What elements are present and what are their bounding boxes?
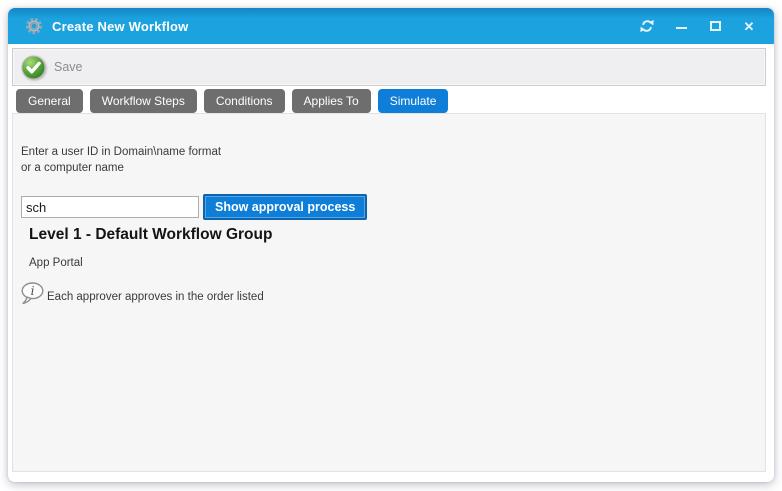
window-controls: ✕ <box>630 8 774 44</box>
simulate-tab-panel: Enter a user ID in Domain\name format or… <box>12 113 766 472</box>
window-title: Create New Workflow <box>52 19 188 34</box>
titlebar: Create New Workflow <box>8 8 774 44</box>
show-approval-process-label: Show approval process <box>215 200 355 214</box>
instructions-text: Enter a user ID in Domain\name format or… <box>21 144 221 176</box>
create-new-workflow-window: Create New Workflow <box>8 8 774 482</box>
save-label: Save <box>54 60 83 74</box>
info-note: Each approver approves in the order list… <box>47 291 264 303</box>
toolbar: Save <box>12 48 766 86</box>
level-heading: Level 1 - Default Workflow Group <box>29 226 272 244</box>
minimize-button[interactable] <box>664 8 698 44</box>
gear-icon <box>25 17 43 35</box>
instructions-line-1: Enter a user ID in Domain\name format <box>21 144 221 160</box>
user-id-input[interactable] <box>21 196 199 218</box>
info-row: i Each approver approves in the order li… <box>20 281 264 306</box>
info-speech-bubble-icon: i <box>20 281 45 306</box>
save-button[interactable]: Save <box>21 55 83 80</box>
tab-applies-to[interactable]: Applies To <box>292 89 371 113</box>
show-approval-process-button[interactable]: Show approval process <box>203 194 367 220</box>
minimize-icon <box>676 27 687 29</box>
maximize-icon <box>710 21 721 31</box>
refresh-icon <box>640 19 654 33</box>
svg-text:i: i <box>31 284 35 298</box>
refresh-button[interactable] <box>630 8 664 44</box>
close-icon: ✕ <box>744 20 755 33</box>
workflow-group-name: App Portal <box>29 257 83 269</box>
tab-general[interactable]: General <box>16 89 83 113</box>
tab-simulate[interactable]: Simulate <box>378 89 449 113</box>
close-button[interactable]: ✕ <box>732 8 766 44</box>
tab-workflow-steps[interactable]: Workflow Steps <box>90 89 197 113</box>
tab-conditions[interactable]: Conditions <box>204 89 285 113</box>
maximize-button[interactable] <box>698 8 732 44</box>
tab-strip: General Workflow Steps Conditions Applie… <box>16 89 448 113</box>
save-check-icon <box>21 55 46 80</box>
instructions-line-2: or a computer name <box>21 160 221 176</box>
